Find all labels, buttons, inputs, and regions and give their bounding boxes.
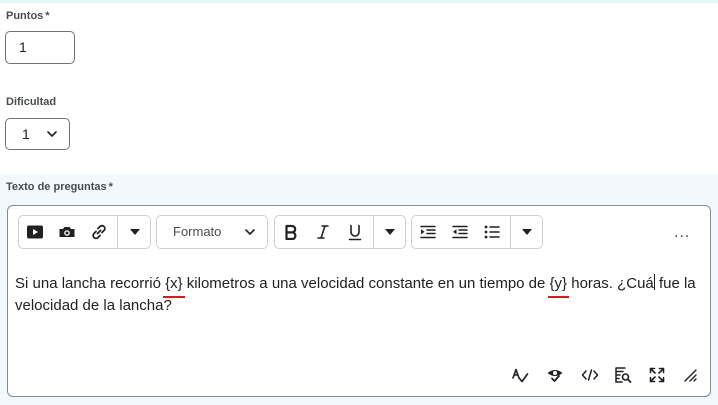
source-code-button[interactable] [580,365,600,385]
outdent-icon [452,225,468,239]
resize-grip-icon [684,369,697,382]
points-input[interactable]: 1 [5,31,75,64]
outdent-button[interactable] [444,216,476,248]
insert-link-button[interactable] [83,216,115,248]
required-mark: * [108,181,113,193]
difficulty-label: Dificultad [6,96,57,108]
underline-icon [348,224,362,240]
caret-down-icon [129,229,140,235]
fullscreen-button[interactable] [647,365,667,385]
spellcheck-icon [512,368,529,383]
spellcheck-button[interactable] [510,365,530,385]
underline-button[interactable] [339,216,371,248]
variable-x: {x} [163,273,185,298]
more-actions-button[interactable]: ... [674,224,690,242]
text-style-more-dropdown[interactable] [374,216,406,248]
caret-down-icon [385,229,395,235]
fullscreen-icon [649,367,665,383]
insert-toolbar-group [18,215,151,249]
chevron-down-icon [245,229,255,235]
video-icon [27,225,43,239]
bold-icon [285,224,297,240]
question-text-label: Texto de preguntas * [6,181,113,193]
difficulty-select[interactable]: 1 [5,118,70,150]
bullet-list-icon [484,225,500,239]
camera-icon [59,227,75,237]
rich-text-editor[interactable]: Formato ... Si una lancha recorrió {x} k… [7,205,711,397]
chevron-down-icon [47,131,57,137]
insert-video-button[interactable] [19,216,51,248]
editor-status-bar [8,365,710,387]
code-icon [581,369,599,381]
insert-image-button[interactable] [51,216,83,248]
variable-y: {y} [547,273,569,298]
editor-content[interactable]: Si una lancha recorrió {x} kilometros a … [15,273,705,317]
indent-button[interactable] [412,216,444,248]
format-label: Formato [173,224,222,239]
format-select[interactable]: Formato [156,215,268,249]
italic-icon [317,225,329,239]
preview-button[interactable] [613,365,633,385]
link-icon [92,224,106,240]
points-label: Puntos * [6,10,50,22]
paragraph-toolbar-group [411,215,543,249]
accessibility-checker-button[interactable] [545,365,565,385]
caret-down-icon [522,229,532,235]
preview-icon [615,367,632,383]
bold-button[interactable] [275,216,307,248]
indent-icon [420,225,436,239]
bullet-list-button[interactable] [476,216,508,248]
difficulty-selected-value: 1 [22,126,30,142]
paragraph-more-dropdown[interactable] [511,216,543,248]
required-mark: * [45,10,50,22]
text-style-toolbar-group [274,215,406,249]
insert-more-dropdown[interactable] [118,216,151,248]
top-divider [0,0,718,3]
resize-handle[interactable] [680,365,700,385]
accessibility-check-icon [547,370,563,382]
italic-button[interactable] [307,216,339,248]
